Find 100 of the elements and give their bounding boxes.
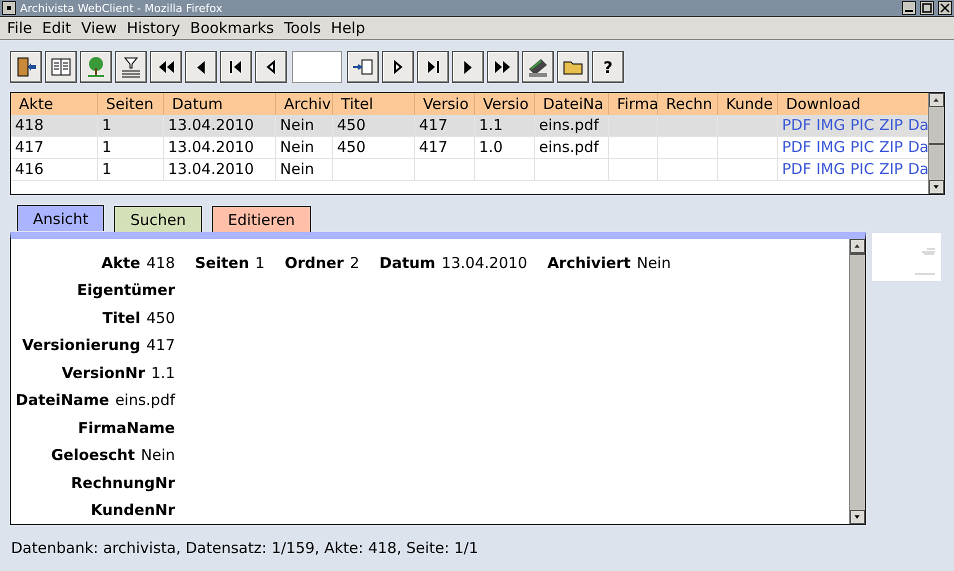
field-label: DateiName <box>16 391 110 410</box>
toolbar-button[interactable] <box>185 51 217 83</box>
toolbar-button[interactable] <box>150 51 182 83</box>
column-header[interactable]: DateiNa <box>535 93 609 115</box>
toolbar-button[interactable] <box>255 51 287 83</box>
download-link[interactable]: Da <box>908 137 928 158</box>
column-header[interactable]: Rechn <box>658 93 718 115</box>
download-link[interactable]: PIC <box>850 159 874 180</box>
field-value: 418 <box>146 254 175 272</box>
table-cell: Nein <box>276 159 333 181</box>
toolbar-button[interactable] <box>45 51 77 83</box>
tab[interactable]: Suchen <box>114 206 202 232</box>
toolbar-button[interactable] <box>452 51 484 83</box>
field-value: 2 <box>350 254 360 272</box>
toolbar-button[interactable] <box>557 51 589 83</box>
menu-item[interactable]: File <box>2 19 38 37</box>
scroll-up-icon[interactable] <box>929 93 944 107</box>
tab[interactable]: Editieren <box>212 206 311 232</box>
field-label: Versionierung <box>22 336 140 354</box>
help-button[interactable]: ? <box>592 51 624 83</box>
download-link[interactable]: IMG <box>816 115 846 136</box>
download-link[interactable]: ZIP <box>879 159 903 180</box>
column-header[interactable]: Versio <box>415 93 475 115</box>
scroll-down-icon[interactable] <box>929 180 944 194</box>
download-link[interactable]: ZIP <box>879 137 903 158</box>
close-icon[interactable] <box>938 1 952 15</box>
scroll-down-icon[interactable] <box>850 510 865 524</box>
status-text: Datenbank: archivista, Datensatz: 1/159, Akte: 418, Seite: 1/1 <box>10 538 480 557</box>
column-header[interactable]: Archiv <box>276 93 333 115</box>
table-cell: 1.1 <box>475 115 535 137</box>
right-arrow-icon <box>464 60 472 74</box>
download-link[interactable]: PIC <box>850 115 874 136</box>
download-link[interactable]: Da <box>908 115 928 136</box>
table-cell: 416 <box>11 159 98 181</box>
field-label: Seiten <box>195 254 250 272</box>
field-value: Nein <box>636 254 671 272</box>
page-thumbnail[interactable] <box>872 233 941 281</box>
table-cell: 1.0 <box>475 137 535 159</box>
toolbar-button[interactable] <box>220 51 252 83</box>
table-cell: eins.pdf <box>535 137 609 159</box>
download-link[interactable]: PIC <box>850 137 874 158</box>
toolbar-button[interactable] <box>522 51 554 83</box>
download-link[interactable]: Da <box>908 159 928 180</box>
column-header[interactable]: Seiten <box>98 93 164 115</box>
toolbar-button[interactable] <box>382 51 414 83</box>
table-cell <box>609 137 658 159</box>
toolbar-button[interactable] <box>115 51 147 83</box>
download-link[interactable]: IMG <box>816 137 846 158</box>
download-link[interactable]: PDF <box>782 115 812 136</box>
table-cell: Nein <box>276 115 333 137</box>
menu-item[interactable]: Tools <box>278 19 326 37</box>
menu-item[interactable]: History <box>122 19 186 37</box>
toolbar-button[interactable] <box>347 51 379 83</box>
column-header[interactable]: Firma <box>609 93 658 115</box>
menu-item[interactable]: View <box>76 19 122 37</box>
column-header[interactable]: Titel <box>333 93 415 115</box>
menu-item[interactable]: Help <box>326 19 370 37</box>
field-value: 450 <box>146 308 175 327</box>
column-header[interactable]: Akte <box>11 93 98 115</box>
column-header[interactable]: Datum <box>164 93 276 115</box>
maximize-icon[interactable] <box>920 1 934 15</box>
column-header[interactable]: Versio <box>475 93 535 115</box>
column-header[interactable]: Download <box>778 93 928 115</box>
table-cell: 417 <box>415 137 475 159</box>
field-label: Archiviert <box>547 254 631 272</box>
download-link[interactable]: PDF <box>782 159 812 180</box>
window-menu-icon[interactable] <box>2 1 16 15</box>
field-value: Nein <box>140 446 175 464</box>
table-cell <box>415 159 475 181</box>
download-link[interactable]: PDF <box>782 137 812 158</box>
table-cell <box>658 159 718 181</box>
table-cell: 1 <box>98 115 164 137</box>
field-label: RechnungNr <box>70 474 175 492</box>
table-cell: 450 <box>333 115 415 137</box>
column-header[interactable]: Kunde <box>718 93 778 115</box>
record-field[interactable] <box>292 51 342 83</box>
field-label: Eigentümer <box>76 281 175 300</box>
table-cell <box>609 159 658 181</box>
field-label: VersionNr <box>62 364 146 382</box>
menu-item[interactable]: Edit <box>37 19 76 37</box>
field-value: 1.1 <box>151 364 175 382</box>
tab[interactable]: Ansicht <box>17 205 104 231</box>
download-link[interactable]: ZIP <box>879 115 903 136</box>
table-cell: 13.04.2010 <box>164 115 276 137</box>
scrollbar[interactable] <box>849 239 865 524</box>
menu-item[interactable]: Bookmarks <box>185 19 279 37</box>
toolbar-button[interactable] <box>487 51 519 83</box>
scroll-up-icon[interactable] <box>850 239 865 253</box>
download-link[interactable]: IMG <box>816 159 846 180</box>
table-cell: 13.04.2010 <box>164 159 276 181</box>
toolbar-button[interactable] <box>10 51 42 83</box>
window-title: Archivista WebClient - Mozilla Firefox <box>20 2 224 14</box>
field-label: Ordner <box>284 254 344 272</box>
toolbar-button[interactable] <box>417 51 449 83</box>
scrollbar[interactable] <box>928 93 944 194</box>
field-label: Datum <box>379 254 436 272</box>
table-cell <box>658 137 718 159</box>
toolbar-button[interactable] <box>80 51 112 83</box>
minimize-icon[interactable] <box>902 1 916 15</box>
field-value: 13.04.2010 <box>441 254 528 272</box>
